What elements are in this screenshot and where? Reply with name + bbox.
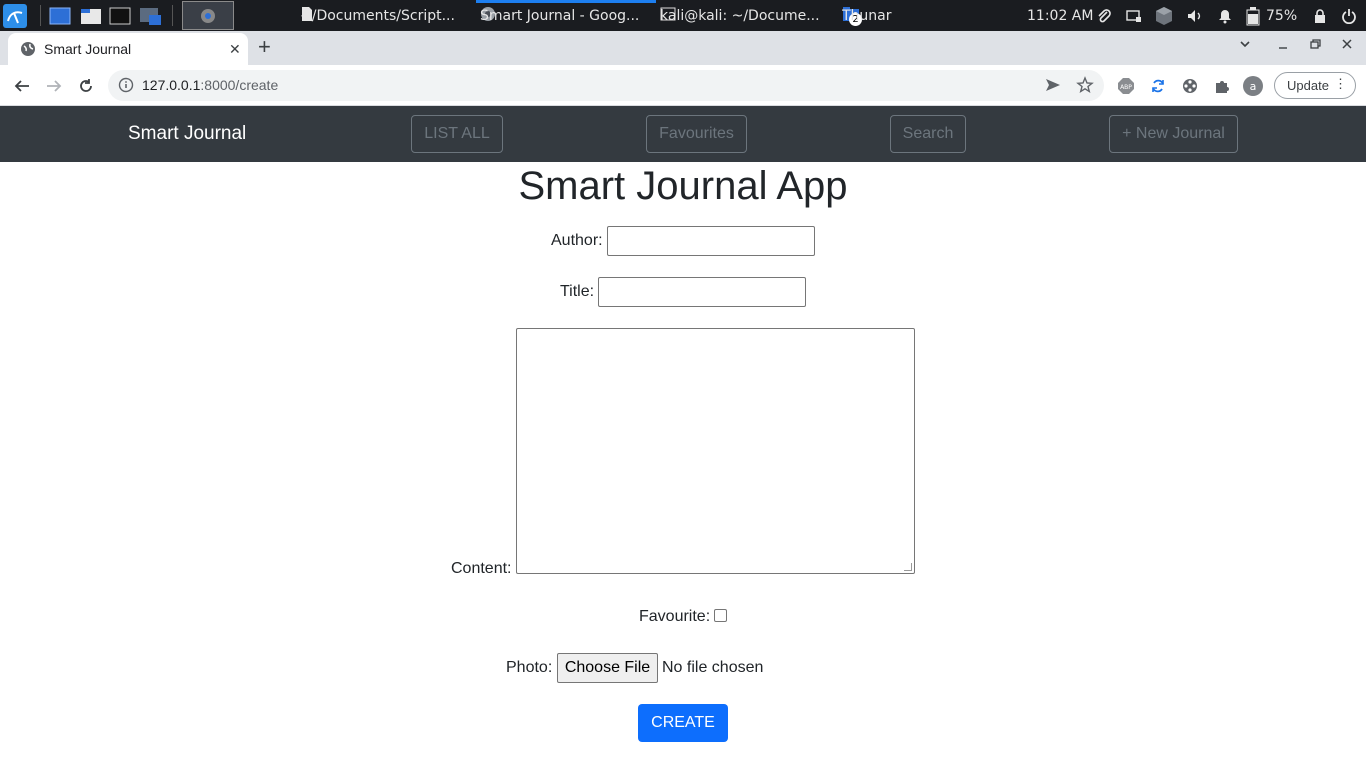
favourite-checkbox[interactable] — [714, 609, 727, 622]
taskbar-separator — [172, 5, 173, 26]
list-all-button[interactable]: LIST ALL — [411, 115, 503, 153]
task-label: kali@kali: ~/Docume... — [660, 7, 820, 24]
address-bar[interactable]: 127.0.0.1:8000/create — [108, 70, 1104, 101]
url-path: :8000/create — [200, 77, 279, 93]
file-manager-icon[interactable] — [80, 0, 104, 31]
new-journal-button[interactable]: + New Journal — [1109, 115, 1238, 153]
task-label: Thunar — [842, 7, 892, 24]
taskbar-separator — [40, 5, 41, 26]
author-label: Author: — [551, 232, 603, 249]
bookmark-star-icon[interactable] — [1076, 76, 1094, 99]
battery-icon[interactable] — [1245, 0, 1263, 31]
choose-file-button[interactable]: Choose File — [557, 653, 658, 683]
paperclip-icon[interactable] — [1096, 0, 1114, 31]
more-menu-icon: ⋮ — [1334, 76, 1347, 91]
update-label: Update — [1287, 78, 1329, 93]
sync-extension-icon[interactable] — [1148, 76, 1168, 96]
tab-close-icon[interactable]: ✕ — [229, 41, 241, 58]
power-icon[interactable] — [1341, 0, 1359, 31]
file-status: No file chosen — [662, 659, 764, 676]
site-info-icon[interactable] — [118, 77, 134, 98]
task-thunar[interactable]: 2 Thunar — [842, 0, 922, 31]
adblock-icon[interactable]: ABP — [1116, 76, 1136, 96]
content-label: Content: — [451, 560, 512, 577]
task-label: ~/Documents/Script... — [300, 7, 455, 24]
show-desktop-icon[interactable] — [49, 0, 73, 31]
favourites-button[interactable]: Favourites — [646, 115, 747, 153]
create-button[interactable]: CREATE — [638, 704, 728, 742]
task-label: Smart Journal - Goog... — [480, 7, 640, 24]
back-arrow-icon[interactable] — [10, 74, 34, 98]
task-terminal[interactable]: kali@kali: ~/Docume... — [660, 0, 836, 31]
workspace-switcher[interactable] — [182, 1, 234, 30]
title-label: Title: — [560, 283, 595, 300]
profile-avatar-icon[interactable]: a — [1243, 76, 1263, 96]
window-close-icon[interactable] — [1340, 37, 1354, 54]
globe-icon — [20, 41, 36, 62]
terminal-icon[interactable] — [109, 0, 133, 31]
update-button[interactable]: Update ⋮ — [1274, 72, 1356, 99]
tab-title: Smart Journal — [44, 41, 132, 57]
url-text[interactable]: 127.0.0.1:8000/create — [142, 77, 278, 93]
title-input[interactable] — [598, 277, 806, 307]
notification-bell-icon[interactable] — [1217, 0, 1235, 31]
clock[interactable]: 11:02 AM — [1027, 0, 1093, 31]
send-icon[interactable] — [1044, 77, 1062, 98]
content-textarea[interactable] — [516, 328, 915, 574]
browser-tab[interactable]: Smart Journal ✕ — [8, 33, 248, 65]
resize-handle-icon[interactable] — [904, 563, 912, 571]
task-documents[interactable]: ~/Documents/Script... — [300, 0, 472, 31]
kali-menu-icon[interactable] — [2, 0, 30, 31]
reload-icon[interactable] — [74, 74, 98, 98]
film-reel-icon[interactable] — [1180, 76, 1200, 96]
author-input[interactable] — [607, 226, 815, 256]
url-host: 127.0.0.1 — [142, 77, 201, 93]
forward-arrow-icon[interactable] — [42, 74, 66, 98]
tab-search-chevron-icon[interactable] — [1238, 37, 1252, 54]
task-chrome[interactable]: Smart Journal - Goog... — [480, 0, 656, 31]
network-icon[interactable] — [1154, 0, 1176, 31]
app-navbar: Smart Journal LIST ALL Favourites Search… — [0, 106, 1366, 162]
browser-toolbar: 127.0.0.1:8000/create ABP a Update ⋮ — [0, 65, 1366, 106]
os-taskbar: ~/Documents/Script... Smart Journal - Go… — [0, 0, 1366, 31]
svg-text:ABP: ABP — [1120, 84, 1132, 91]
battery-percent: 75% — [1266, 7, 1298, 24]
browser-tab-strip: Smart Journal ✕ + — [0, 31, 1366, 65]
svg-text:a: a — [1250, 80, 1257, 93]
search-button[interactable]: Search — [890, 115, 966, 153]
page-title: Smart Journal App — [518, 164, 848, 208]
new-tab-icon[interactable]: + — [258, 35, 271, 59]
app-launcher-icon[interactable] — [139, 0, 165, 31]
photo-label: Photo: — [506, 659, 553, 676]
restore-icon[interactable] — [1308, 37, 1322, 54]
volume-icon[interactable] — [1186, 0, 1206, 31]
favourite-label: Favourite: — [639, 608, 711, 625]
extensions-puzzle-icon[interactable] — [1212, 76, 1232, 96]
navbar-brand[interactable]: Smart Journal — [128, 123, 246, 145]
lock-icon[interactable] — [1313, 0, 1331, 31]
minimize-icon[interactable] — [1276, 37, 1290, 54]
screen-icon[interactable] — [1125, 0, 1145, 31]
